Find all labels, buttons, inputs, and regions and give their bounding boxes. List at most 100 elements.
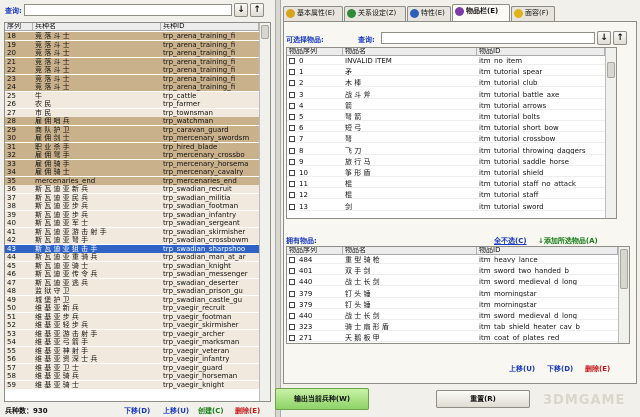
item-row[interactable]: 440 战 士 长 剑 itm_sword_medieval_d_long — [287, 278, 618, 287]
troop-row[interactable]: 31 职 业 杀 手 trp_hired_blade — [5, 142, 259, 151]
owned-items-list[interactable]: 物品序列 物品名 物品ID 484 重 型 骑 枪 itm_heavy_lance 4… — [286, 246, 630, 344]
item-checkbox[interactable] — [289, 290, 295, 297]
troop-move-down-button[interactable]: 下移(D) — [124, 406, 150, 416]
tab-basic-attributes[interactable]: 基本属性(E) — [283, 6, 343, 21]
owned-list-scroll-thumb[interactable] — [620, 249, 628, 289]
item-search-up-button[interactable]: ↑ — [613, 31, 627, 45]
item-row[interactable]: 11 棍 itm_tutorial_staff_no_attack — [287, 180, 605, 189]
tab-inventory[interactable]: 物品栏(E) — [452, 4, 510, 21]
troop-row[interactable]: 40 斯 瓦 迪 亚 军 士 trp_swadian_sergeant — [5, 219, 259, 227]
troop-row[interactable]: 25 牛 trp_cattle — [5, 91, 259, 100]
item-row[interactable]: 9 旅 行 马 itm_tutorial_saddle_horse — [287, 158, 605, 166]
item-checkbox[interactable] — [289, 147, 295, 154]
item-row[interactable]: 2 木 棒 itm_tutorial_club — [287, 79, 605, 88]
item-checkbox[interactable] — [289, 102, 295, 109]
troop-row[interactable]: 19 竞 落 斗 士 trp_arena_training_fi — [5, 40, 259, 49]
item-move-down-button[interactable]: 下移(D) — [547, 364, 573, 374]
troop-row[interactable]: 38 斯 瓦 迪 亚 步 兵 trp_swadian_footman — [5, 202, 259, 210]
troop-search-down-button[interactable]: ↓ — [234, 3, 248, 17]
item-row[interactable]: 3 战 斗 斧 itm_tutorial_battle_axe — [287, 91, 605, 99]
available-list-scrollbar[interactable] — [605, 48, 616, 218]
troop-row[interactable]: 18 竞 落 斗 士 trp_arena_training_fi — [5, 32, 259, 40]
troop-row[interactable]: 22 竞 落 斗 士 trp_arena_training_fi — [5, 66, 259, 74]
item-row[interactable]: 6 短 弓 itm_tutorial_short_bow — [287, 124, 605, 133]
troop-row[interactable]: 51 维 基 亚 步 兵 trp_vaegir_footman — [5, 312, 259, 321]
available-items-list[interactable]: 物品序列 物品名 物品ID 0 INVALID ITEM itm_no_item 1 矛… — [286, 47, 617, 219]
tab-traits[interactable]: 特性(E) — [407, 6, 451, 21]
troop-row[interactable]: 52 维 基 亚 轻 步 兵 trp_vaegir_skirmisher — [5, 321, 259, 329]
troop-row[interactable]: 47 斯 瓦 迪 亚 逃 兵 trp_swadian_deserter — [5, 278, 259, 287]
troop-row[interactable]: 54 维 基 亚 弓 箭 手 trp_vaegir_marksman — [5, 338, 259, 346]
item-checkbox[interactable] — [289, 192, 295, 199]
troop-row[interactable]: 42 斯 瓦 迪 亚 弩 手 trp_swadian_crossbowm — [5, 236, 259, 244]
reset-button[interactable]: 重置(R) — [436, 390, 530, 408]
troop-row[interactable]: 36 斯 瓦 迪 亚 新 兵 trp_swadian_recruit — [5, 185, 259, 193]
troop-row[interactable]: 56 维 基 亚 资 深 士 兵 trp_vaegir_infantry — [5, 355, 259, 363]
item-row[interactable]: 12 棍 itm_tutorial_staff — [287, 191, 605, 200]
troop-row[interactable]: 23 竞 落 斗 士 trp_arena_training_fi — [5, 74, 259, 83]
item-checkbox[interactable] — [289, 313, 295, 319]
troop-list-scrollbar[interactable] — [259, 23, 270, 401]
item-row[interactable]: 271 天 鹅 板 甲 itm_coat_of_plates_red — [287, 334, 618, 343]
troop-row[interactable]: 21 竞 落 斗 士 trp_arena_training_fi — [5, 57, 259, 66]
troop-row[interactable]: 30 雇 佣 剑 士 trp_mercenary_swordsm — [5, 134, 259, 142]
item-checkbox[interactable] — [289, 268, 295, 275]
troop-row[interactable]: 45 斯 瓦 迪 亚 骑 士 trp_swadian_knight — [5, 261, 259, 270]
item-checkbox[interactable] — [289, 69, 295, 76]
troop-row[interactable]: 48 监 狱 守 卫 trp_swadian_prison_gu — [5, 287, 259, 295]
troop-col-name[interactable]: 兵种名 — [33, 23, 161, 30]
owned-col-index[interactable]: 物品序列 — [287, 247, 343, 254]
troop-row[interactable]: 37 斯 瓦 迪 亚 民 兵 trp_swadian_militia — [5, 193, 259, 202]
item-row[interactable]: 5 弩 箭 itm_tutorial_bolts — [287, 113, 605, 121]
troop-row[interactable]: 24 竞 落 斗 士 trp_arena_training_fi — [5, 83, 259, 91]
troop-row[interactable]: 44 斯 瓦 迪 亚 重 骑 兵 trp_swadian_man_at_ar — [5, 253, 259, 261]
troop-delete-button[interactable]: 删除(E) — [235, 406, 260, 416]
item-checkbox[interactable] — [289, 203, 295, 210]
troop-row[interactable]: 26 农 民 trp_farmer — [5, 100, 259, 108]
item-row[interactable]: 8 飞 刀 itm_tutorial_throwing_daggers — [287, 147, 605, 155]
item-checkbox[interactable] — [289, 301, 295, 308]
item-move-up-button[interactable]: 上移(U) — [509, 364, 535, 374]
item-row[interactable]: 13 剑 itm_tutorial_sword — [287, 203, 605, 211]
item-row[interactable]: 379 钉 头 锤 itm_morningstar — [287, 301, 618, 309]
item-checkbox[interactable] — [289, 125, 295, 132]
troop-search-input[interactable] — [24, 4, 232, 16]
troop-move-up-button[interactable]: 上移(U) — [163, 406, 189, 416]
item-row[interactable]: 401 双 手 剑 itm_sword_two_handed_b — [287, 267, 618, 276]
troop-row[interactable]: 53 维 基 亚 游 击 射 手 trp_vaegir_archer — [5, 329, 259, 338]
troop-row[interactable]: 43 斯 瓦 迪 亚 狙 击 手 trp_swadian_sharpshoo — [5, 244, 259, 253]
item-row[interactable]: 379 钉 头 锤 itm_morningstar — [287, 290, 618, 298]
available-col-id[interactable]: 物品ID — [477, 48, 605, 55]
item-checkbox[interactable] — [289, 80, 295, 87]
troop-row[interactable]: 33 雇 佣 骑 手 trp_mercenary_horsema — [5, 159, 259, 168]
available-col-name[interactable]: 物品名 — [343, 48, 477, 55]
owned-col-id[interactable]: 物品ID — [477, 247, 618, 254]
troop-list[interactable]: 序列 兵种名 兵种ID 18 竞 落 斗 士 trp_arena_training_… — [4, 22, 271, 402]
troop-row[interactable]: 59 维 基 亚 骑 士 trp_vaegir_knight — [5, 380, 259, 389]
troop-row[interactable]: 20 竞 落 斗 士 trp_arena_training_fi — [5, 49, 259, 57]
item-checkbox[interactable] — [289, 91, 295, 98]
item-row[interactable]: 1 矛 itm_tutorial_spear — [287, 68, 605, 77]
export-troop-button[interactable]: 输出当前兵种(W) — [275, 388, 369, 410]
item-delete-button[interactable]: 删除(E) — [585, 364, 610, 374]
item-checkbox[interactable] — [289, 58, 295, 64]
item-checkbox[interactable] — [289, 114, 295, 120]
add-selected-items-button[interactable]: ↓添加所选物品(A) — [538, 236, 598, 246]
item-row[interactable]: 10 筝 形 盾 itm_tutorial_shield — [287, 169, 605, 177]
troop-col-id[interactable]: 兵种ID — [161, 23, 259, 30]
item-row[interactable]: 323 骑 士 扇 形 盾 itm_tab_shield_heater_cav_b — [287, 323, 618, 332]
troop-row[interactable]: 32 雇 佣 弩 手 trp_mercenary_crossbo — [5, 151, 259, 159]
troop-row[interactable]: 35 mercenaries_end trp_mercenaries_end — [5, 176, 259, 185]
available-list-scroll-thumb[interactable] — [607, 62, 615, 78]
troop-row[interactable]: 57 维 基 亚 卫 士 trp_vaegir_guard — [5, 363, 259, 372]
item-checkbox[interactable] — [289, 181, 295, 188]
item-row[interactable]: 440 战 士 长 剑 itm_sword_medieval_d_long — [287, 312, 618, 320]
item-checkbox[interactable] — [289, 324, 295, 331]
item-checkbox[interactable] — [289, 136, 295, 143]
troop-row[interactable]: 50 维 基 亚 新 兵 trp_vaegir_recruit — [5, 304, 259, 312]
troop-create-button[interactable]: 创建(C) — [198, 406, 224, 416]
troop-list-scroll-thumb[interactable] — [261, 25, 269, 39]
troop-row[interactable]: 28 雇 佣 哨 兵 trp_watchman — [5, 117, 259, 125]
troop-search-up-button[interactable]: ↑ — [250, 3, 264, 17]
owned-list-scrollbar[interactable] — [618, 247, 629, 343]
